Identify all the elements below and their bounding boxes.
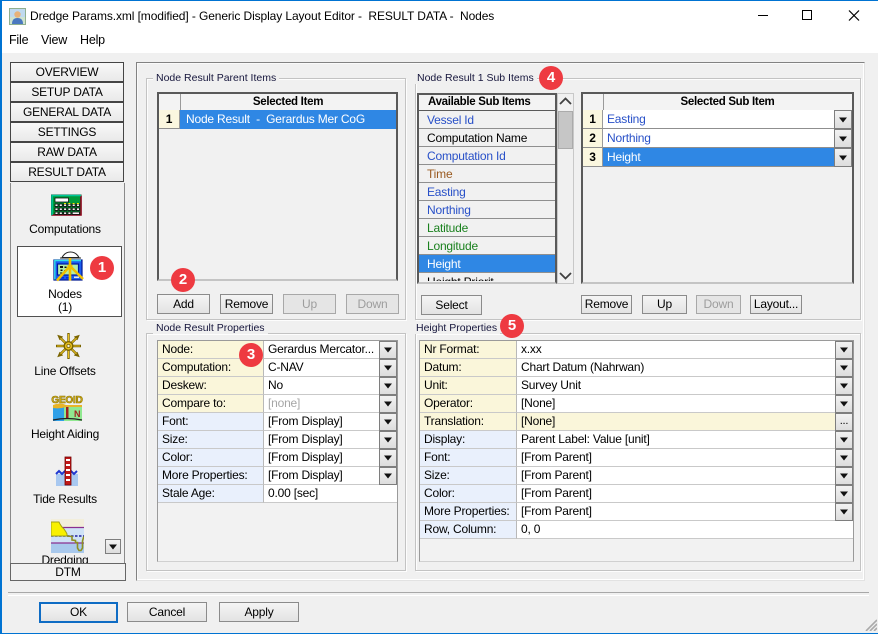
svg-text:N: N <box>74 409 80 419</box>
